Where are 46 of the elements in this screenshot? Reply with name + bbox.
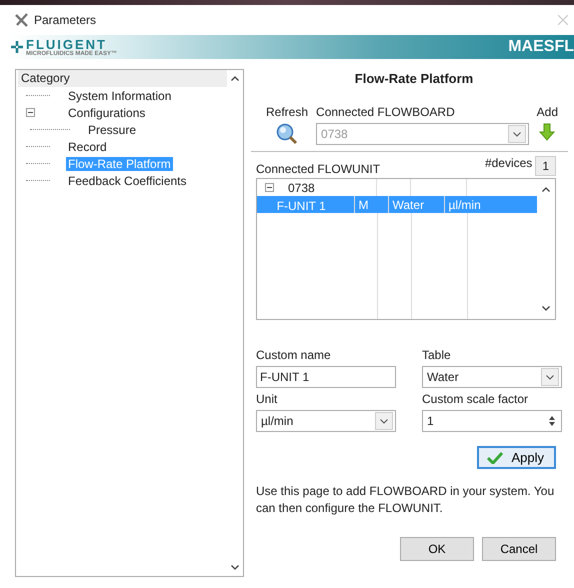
table-cell: M: [354, 196, 388, 213]
page-title: Flow-Rate Platform: [354, 70, 474, 86]
apply-button[interactable]: Apply: [477, 446, 556, 469]
group-name[interactable]: 0738: [288, 180, 315, 194]
tree-item[interactable]: System Information: [66, 88, 174, 102]
spin-arrows-icon[interactable]: [548, 415, 556, 427]
logo-text: FLUIGENT: [26, 38, 107, 50]
tree-item[interactable]: Pressure: [86, 122, 138, 136]
table-dropdown[interactable]: Water: [422, 366, 562, 388]
unit-dropdown[interactable]: µl/min: [256, 410, 396, 432]
table-cell-text: µl/min: [448, 196, 482, 213]
scale-factor-spinbox[interactable]: 1: [422, 410, 562, 432]
help-text: Use this page to add FLOWBOARD in your system. You can then configure the FLOWUNIT.: [256, 483, 556, 517]
collapse-icon[interactable]: [265, 183, 274, 192]
scale-factor-label: Custom scale factor: [422, 392, 530, 406]
table-label: Table: [422, 348, 452, 362]
refresh-label: Refresh: [266, 105, 308, 119]
tree-item[interactable]: Record: [66, 140, 109, 154]
caret-icon: [546, 374, 554, 380]
dialog-button[interactable]: OK: [400, 537, 474, 561]
table-cell: F-UNIT 1: [257, 196, 354, 213]
custom-name-label: Custom name: [256, 348, 332, 362]
custom-name-field[interactable]: F-UNIT 1: [256, 366, 396, 388]
flowunit-label: Connected FLOWUNIT: [256, 162, 380, 176]
dialog-button[interactable]: Cancel: [482, 537, 556, 561]
table-cell: Water: [388, 196, 444, 213]
add-label: Add: [536, 105, 558, 119]
tree-item[interactable]: Feedback Coefficients: [66, 174, 189, 188]
unit-label: Unit: [256, 392, 278, 406]
scroll-down-icon[interactable]: [542, 306, 550, 311]
devices-label: #devices: [484, 156, 532, 170]
scroll-up-icon[interactable]: [231, 76, 239, 81]
caret-icon: [512, 132, 521, 136]
search-icon[interactable]: [276, 123, 298, 145]
logo-icon: [10, 40, 24, 54]
scroll-down-icon[interactable]: [231, 565, 239, 570]
caret-icon: [380, 418, 388, 424]
devices-count: 1: [535, 156, 556, 176]
product-name: MAESFL: [508, 38, 574, 56]
tree-header: Category: [18, 70, 227, 87]
window-title: Parameters: [34, 13, 98, 27]
flowboard-label: Connected FLOWBOARD: [316, 105, 456, 119]
checkmark-icon: [487, 452, 504, 464]
scroll-up-icon[interactable]: [542, 187, 550, 192]
down-arrow-icon[interactable]: [539, 123, 556, 141]
tree-item[interactable]: Configurations: [66, 106, 148, 120]
